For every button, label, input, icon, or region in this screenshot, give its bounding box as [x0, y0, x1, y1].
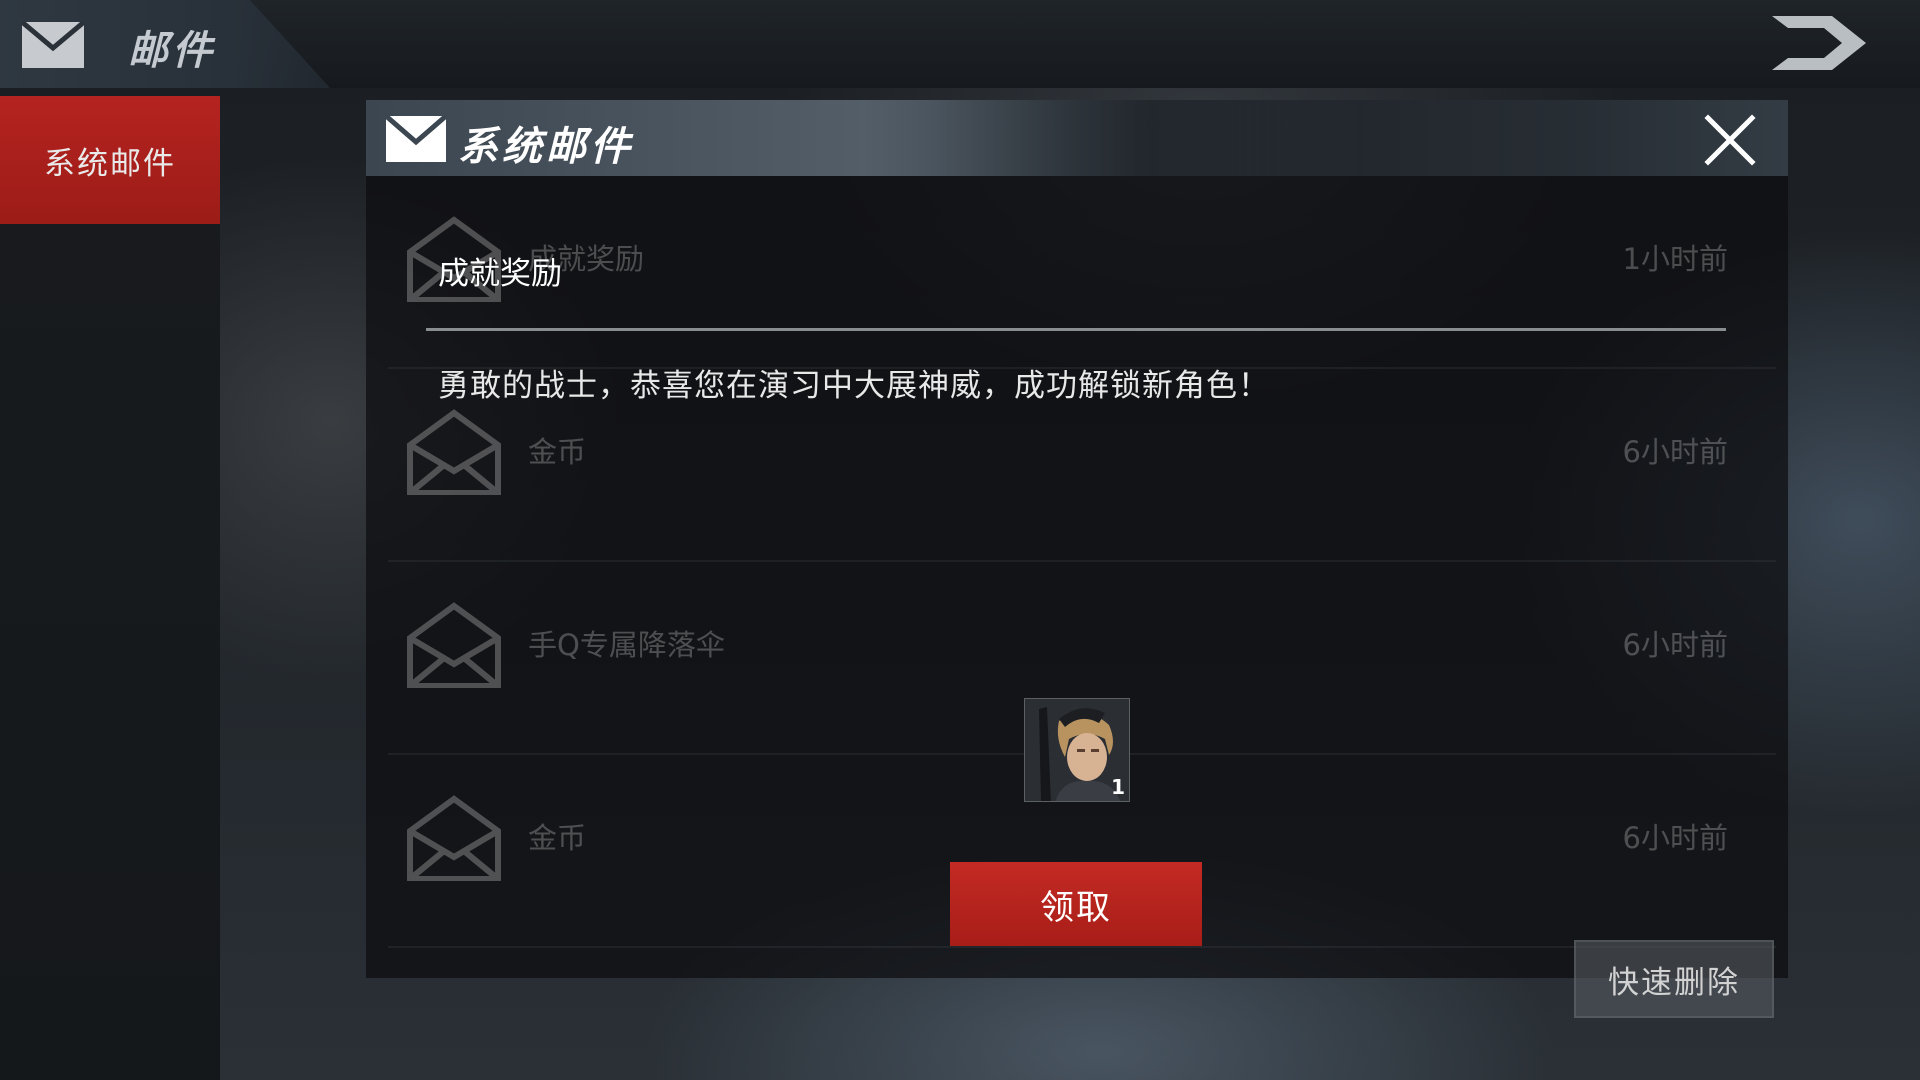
top-bar: 邮件 [0, 0, 1920, 88]
mail-screen: 邮件 系统邮件 系统邮件 成就奖励 1小时前 金币 6小时前 手Q专属降落伞 6… [0, 0, 1920, 1080]
back-arrow-icon[interactable] [1762, 8, 1874, 78]
divider [426, 328, 1726, 331]
reward-count: 1 [1111, 775, 1125, 799]
mail-detail: 成就奖励 勇敢的战士，恭喜您在演习中大展神威，成功解锁新角色！ 1 领取 [366, 176, 1788, 978]
panel-header: 系统邮件 [366, 100, 1788, 176]
panel-title: 系统邮件 [458, 124, 634, 170]
sidebar: 系统邮件 [0, 96, 220, 1080]
quick-delete-button[interactable]: 快速删除 [1574, 940, 1774, 1018]
mail-icon [22, 22, 84, 68]
page-title: 邮件 [128, 28, 216, 74]
sidebar-item-system-mail[interactable]: 系统邮件 [0, 96, 220, 224]
claim-button[interactable]: 领取 [950, 862, 1202, 946]
reward-item[interactable]: 1 [1024, 698, 1130, 802]
mail-detail-title: 成就奖励 [438, 256, 562, 292]
mail-icon [386, 116, 446, 162]
sidebar-item-label: 系统邮件 [44, 145, 176, 182]
close-icon[interactable] [1702, 112, 1758, 168]
mail-detail-body: 勇敢的战士，恭喜您在演习中大展神威，成功解锁新角色！ [438, 368, 1270, 404]
